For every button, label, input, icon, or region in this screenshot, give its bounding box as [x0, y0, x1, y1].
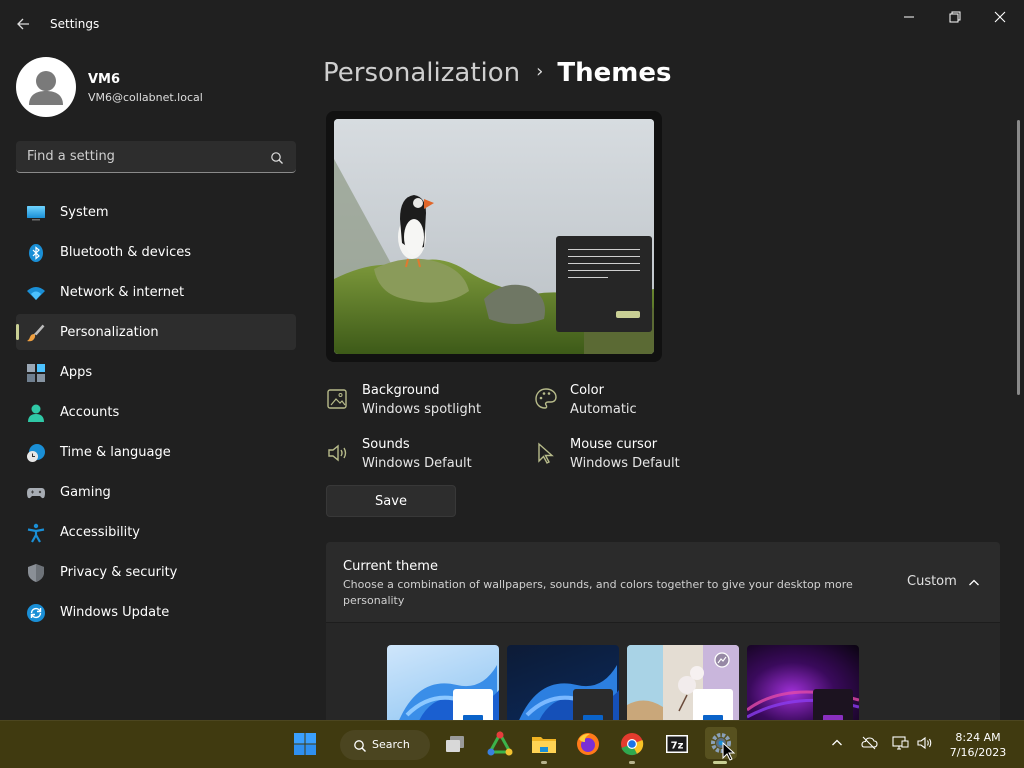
- profile-email: VM6@collabnet.local: [88, 91, 203, 104]
- brush-icon: [26, 323, 46, 343]
- title-bar: Settings: [0, 0, 1024, 48]
- restore-icon: [949, 11, 961, 23]
- gamepad-icon: [26, 483, 46, 503]
- maximize-button[interactable]: [935, 4, 975, 30]
- mouse-pointer-icon: [722, 741, 736, 766]
- theme-thumbnail[interactable]: [627, 645, 739, 720]
- spotlight-icon: [713, 651, 731, 673]
- user-profile[interactable]: VM6 VM6@collabnet.local: [16, 57, 296, 117]
- sidebar-item-windows-update[interactable]: Windows Update: [16, 594, 296, 630]
- preview-accent-button: [616, 311, 640, 318]
- collabnet-app-icon[interactable]: [485, 729, 515, 759]
- taskbar-search[interactable]: Search: [340, 730, 430, 760]
- breadcrumb: Personalization › Themes: [323, 58, 671, 98]
- task-view-icon[interactable]: [441, 729, 471, 759]
- firefox-icon[interactable]: [573, 729, 603, 759]
- theme-thumbnail[interactable]: [387, 645, 499, 720]
- minimize-icon: [904, 16, 914, 18]
- sidebar-item-time-language[interactable]: Time & language: [16, 434, 296, 470]
- wifi-icon: [26, 283, 46, 303]
- save-button[interactable]: Save: [326, 485, 456, 517]
- speaker-icon: [326, 441, 350, 465]
- page-title: Themes: [557, 58, 672, 88]
- current-theme-description: Choose a combination of wallpapers, soun…: [343, 578, 853, 607]
- sidebar-item-network[interactable]: Network & internet: [16, 274, 296, 310]
- theme-preview: [326, 111, 662, 362]
- minimize-button[interactable]: [889, 4, 929, 30]
- theme-thumbnail[interactable]: [507, 645, 619, 720]
- avatar: [16, 57, 76, 117]
- window-title: Settings: [50, 17, 100, 31]
- start-button-icon[interactable]: [290, 729, 320, 759]
- sidebar-item-privacy-security[interactable]: Privacy & security: [16, 554, 296, 590]
- sidebar-nav: System Bluetooth & devices Network & int…: [16, 194, 296, 634]
- cursor-icon: [534, 441, 558, 465]
- sidebar-item-gaming[interactable]: Gaming: [16, 474, 296, 510]
- close-icon: [994, 11, 1006, 23]
- close-button[interactable]: [980, 4, 1020, 30]
- clock-time: 8:24 AM: [955, 731, 1001, 744]
- profile-name: VM6: [88, 72, 121, 87]
- preview-window: [556, 236, 652, 332]
- onedrive-offline-icon[interactable]: [860, 735, 878, 755]
- sidebar-item-accounts[interactable]: Accounts: [16, 394, 296, 430]
- sidebar-item-personalization[interactable]: Personalization: [16, 314, 296, 350]
- volume-icon[interactable]: [916, 735, 934, 755]
- 7zip-icon[interactable]: 7z: [662, 729, 692, 759]
- scrollbar[interactable]: [1017, 120, 1020, 395]
- shield-icon: [26, 563, 46, 583]
- breadcrumb-separator: ›: [536, 61, 544, 82]
- palette-icon: [534, 387, 558, 411]
- current-theme-value: Custom: [907, 574, 957, 589]
- apps-icon: [26, 363, 46, 383]
- current-theme-card[interactable]: Current theme Choose a combination of wa…: [326, 542, 1000, 622]
- chrome-icon[interactable]: [617, 729, 647, 759]
- wallpaper-preview: [334, 119, 654, 354]
- user-avatar-icon: [29, 71, 63, 105]
- network-icon[interactable]: [891, 735, 909, 755]
- bluetooth-icon: [26, 243, 46, 263]
- update-icon: [26, 603, 46, 623]
- image-icon: [326, 387, 350, 411]
- accessibility-icon: [26, 523, 46, 543]
- theme-thumbnail[interactable]: [747, 645, 859, 720]
- taskbar: Search 7z 8:24 AM 7/16/2023: [0, 720, 1024, 768]
- theme-list: [326, 622, 1000, 720]
- settings-search[interactable]: [16, 141, 296, 173]
- search-icon[interactable]: [270, 150, 284, 169]
- sidebar-item-accessibility[interactable]: Accessibility: [16, 514, 296, 550]
- chevron-up-icon[interactable]: [830, 735, 844, 754]
- current-theme-title: Current theme: [343, 559, 438, 574]
- chevron-up-icon[interactable]: [967, 575, 981, 594]
- globe-clock-icon: [26, 443, 46, 463]
- sidebar-item-system[interactable]: System: [16, 194, 296, 230]
- running-indicator: [629, 761, 635, 764]
- sidebar-item-apps[interactable]: Apps: [16, 354, 296, 390]
- file-explorer-icon[interactable]: [529, 729, 559, 759]
- monitor-icon: [26, 203, 46, 223]
- running-indicator: [541, 761, 547, 764]
- svg-text:7z: 7z: [671, 741, 684, 752]
- back-arrow-icon[interactable]: [14, 14, 34, 34]
- breadcrumb-parent[interactable]: Personalization: [323, 58, 520, 88]
- clock-date: 7/16/2023: [949, 746, 1007, 759]
- person-icon: [26, 403, 46, 423]
- taskbar-search-label: Search: [372, 738, 410, 751]
- search-input[interactable]: [16, 141, 256, 172]
- sidebar-item-bluetooth[interactable]: Bluetooth & devices: [16, 234, 296, 270]
- search-icon: [353, 738, 367, 757]
- taskbar-clock[interactable]: 8:24 AM 7/16/2023: [940, 730, 1016, 760]
